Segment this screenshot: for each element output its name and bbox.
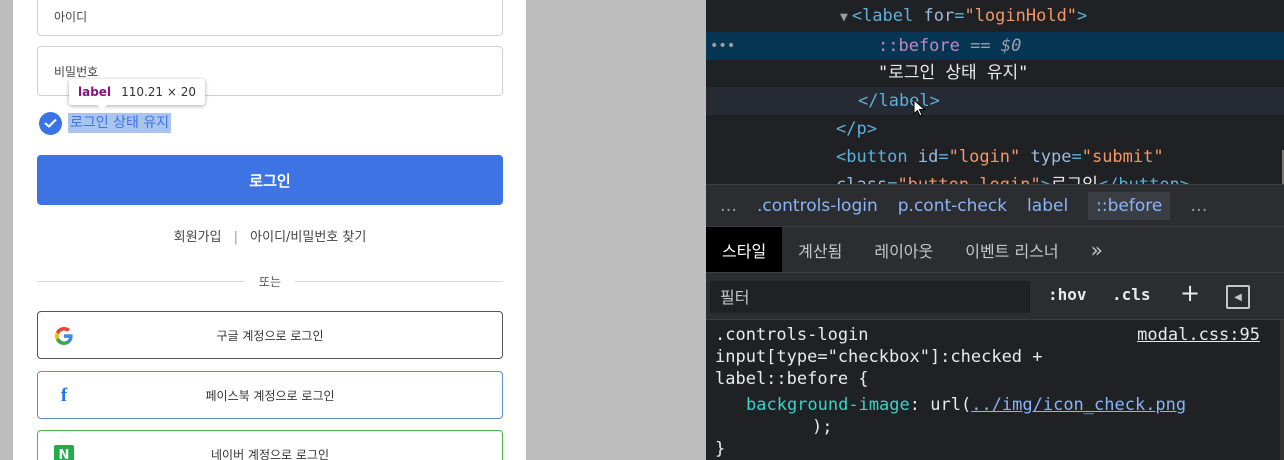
dom-node-label-open[interactable]: ▼ <label for="loginHold"> bbox=[706, 2, 1284, 30]
breadcrumb-trailing-dots[interactable]: … bbox=[1190, 196, 1207, 216]
naver-login-button[interactable]: N 네이버 계정으로 로그인 bbox=[37, 430, 503, 460]
more-dots-icon[interactable]: ••• bbox=[710, 32, 735, 60]
tab-styles[interactable]: 스타일 bbox=[706, 227, 783, 272]
divider-line-right bbox=[295, 280, 503, 282]
css-url-link[interactable]: ../img/icon_check.png bbox=[971, 395, 1186, 415]
css-declaration-end: ); bbox=[812, 417, 833, 437]
divider-text: 또는 bbox=[258, 274, 282, 289]
divider-line-left bbox=[37, 280, 245, 282]
cls-toggle-button[interactable]: .cls bbox=[1112, 285, 1151, 304]
filter-input[interactable] bbox=[710, 281, 1030, 313]
find-account-link[interactable]: 아이디/비밀번호 찾기 bbox=[250, 230, 366, 245]
attr-eq: = bbox=[954, 6, 965, 26]
facebook-login-button[interactable]: f 페이스북 계정으로 로그인 bbox=[37, 371, 503, 419]
tag-open: <button bbox=[836, 147, 918, 167]
inspect-tooltip-tag: label bbox=[78, 85, 112, 99]
breadcrumb-item-p-cont-check[interactable]: p.cont-check bbox=[898, 196, 1007, 216]
facebook-login-label: 페이스북 계정으로 로그인 bbox=[205, 388, 335, 403]
source-link[interactable]: modal.css:95 bbox=[1137, 324, 1260, 346]
dom-text-node[interactable]: "로그인 상태 유지" bbox=[706, 59, 1284, 87]
css-url-prefix: url( bbox=[930, 395, 972, 415]
dom-node-label-close[interactable]: </label> bbox=[706, 87, 1284, 115]
breadcrumb-item-controls-login[interactable]: .controls-login bbox=[757, 196, 878, 216]
new-rule-button[interactable]: + bbox=[1180, 279, 1200, 307]
link-separator: | bbox=[233, 230, 239, 245]
dom-node-before-selected[interactable]: ••• ::before == $0 bbox=[706, 32, 1284, 60]
signup-link[interactable]: 회원가입 bbox=[174, 230, 222, 245]
tag-close: </label> bbox=[858, 91, 940, 111]
elements-tree[interactable]: ▼ <label for="loginHold"> ••• ::before ==… bbox=[706, 0, 1284, 186]
id-input[interactable]: 아이디 bbox=[37, 0, 503, 36]
google-icon bbox=[53, 325, 75, 347]
sidebar-toggle-icon[interactable]: ◀ bbox=[1226, 285, 1250, 309]
mouse-cursor-icon bbox=[913, 99, 926, 117]
attr-name: for bbox=[923, 6, 955, 26]
rule-selector-line: .controls-login bbox=[715, 325, 869, 345]
attr-value: "loginHold" bbox=[964, 6, 1078, 26]
styles-scrollbar[interactable] bbox=[1280, 320, 1284, 460]
inspect-tooltip: label 110.21 × 20 bbox=[69, 79, 206, 105]
keep-login-label[interactable]: 로그인 상태 유지 bbox=[68, 113, 172, 133]
google-login-button[interactable]: 구글 계정으로 로그인 bbox=[37, 311, 503, 359]
google-login-label: 구글 계정으로 로그인 bbox=[216, 328, 324, 343]
pseudo-element: ::before bbox=[878, 36, 960, 56]
checkbox-checked-icon[interactable] bbox=[39, 111, 62, 135]
tag-close: </p> bbox=[836, 119, 877, 139]
breadcrumb: … .controls-login p.cont-check label ::b… bbox=[706, 184, 1284, 226]
facebook-icon: f bbox=[60, 385, 68, 406]
or-divider: 또는 bbox=[37, 272, 503, 290]
rule-selector-line: label::before { bbox=[715, 369, 869, 389]
dom-node-p-close[interactable]: </p> bbox=[706, 115, 1284, 143]
styles-toolbar: :hov .cls + ◀ bbox=[706, 272, 1284, 320]
password-placeholder: 비밀번호 bbox=[54, 64, 99, 79]
tab-layout[interactable]: 레이아웃 bbox=[858, 227, 949, 272]
attr-name: type bbox=[1020, 147, 1072, 167]
tab-event-listeners[interactable]: 이벤트 리스너 bbox=[949, 227, 1074, 272]
dom-node-button[interactable]: <button id="login" type="submit" bbox=[706, 143, 1284, 171]
account-links: 회원가입 | 아이디/비밀번호 찾기 bbox=[37, 226, 503, 245]
hov-toggle-button[interactable]: :hov bbox=[1048, 285, 1087, 304]
breadcrumb-item-before[interactable]: ::before bbox=[1088, 191, 1171, 220]
login-form: 아이디 비밀번호 label 110.21 × 20 로그인 상태 유지 로그인… bbox=[13, 0, 526, 460]
tab-computed[interactable]: 계산됨 bbox=[782, 227, 858, 272]
page-viewport: 아이디 비밀번호 label 110.21 × 20 로그인 상태 유지 로그인… bbox=[0, 0, 706, 460]
css-declaration[interactable]: background-image: url(../img/icon_check.… bbox=[746, 394, 1186, 416]
console-ref: $0 bbox=[1000, 36, 1022, 56]
attr-value: "login" bbox=[948, 147, 1021, 167]
styles-tabs: 스타일 계산됨 레이아웃 이벤트 리스너 » bbox=[706, 226, 1284, 272]
inspect-tooltip-size: 110.21 × 20 bbox=[121, 85, 197, 99]
id-placeholder: 아이디 bbox=[54, 9, 88, 24]
breadcrumb-item-label[interactable]: label bbox=[1027, 196, 1068, 216]
rule-close-brace: } bbox=[715, 439, 726, 459]
styles-rules[interactable]: .controls-login input[type="checkbox"]:c… bbox=[706, 320, 1284, 460]
login-button[interactable]: 로그인 bbox=[37, 155, 503, 205]
attr-name: id bbox=[917, 147, 939, 167]
naver-icon: N bbox=[53, 444, 75, 460]
naver-login-label: 네이버 계정으로 로그인 bbox=[210, 447, 330, 460]
keep-login-row[interactable]: 로그인 상태 유지 bbox=[39, 111, 172, 135]
equals-marker: == bbox=[959, 36, 1001, 56]
rule-selector-line: input[type="checkbox"]:checked + bbox=[715, 347, 1043, 367]
tag-close: > bbox=[1077, 6, 1088, 26]
collapse-triangle-icon[interactable]: ▼ bbox=[840, 10, 848, 25]
breadcrumb-leading-dots[interactable]: … bbox=[720, 196, 737, 216]
devtools-panel: ▼ <label for="loginHold"> ••• ::before ==… bbox=[706, 0, 1284, 460]
inspect-tooltip-arrow bbox=[96, 104, 108, 110]
tag-open: <label bbox=[851, 6, 924, 26]
more-tabs-icon[interactable]: » bbox=[1075, 227, 1119, 272]
css-property[interactable]: background-image bbox=[746, 395, 910, 415]
attr-value: "submit" bbox=[1081, 147, 1164, 167]
